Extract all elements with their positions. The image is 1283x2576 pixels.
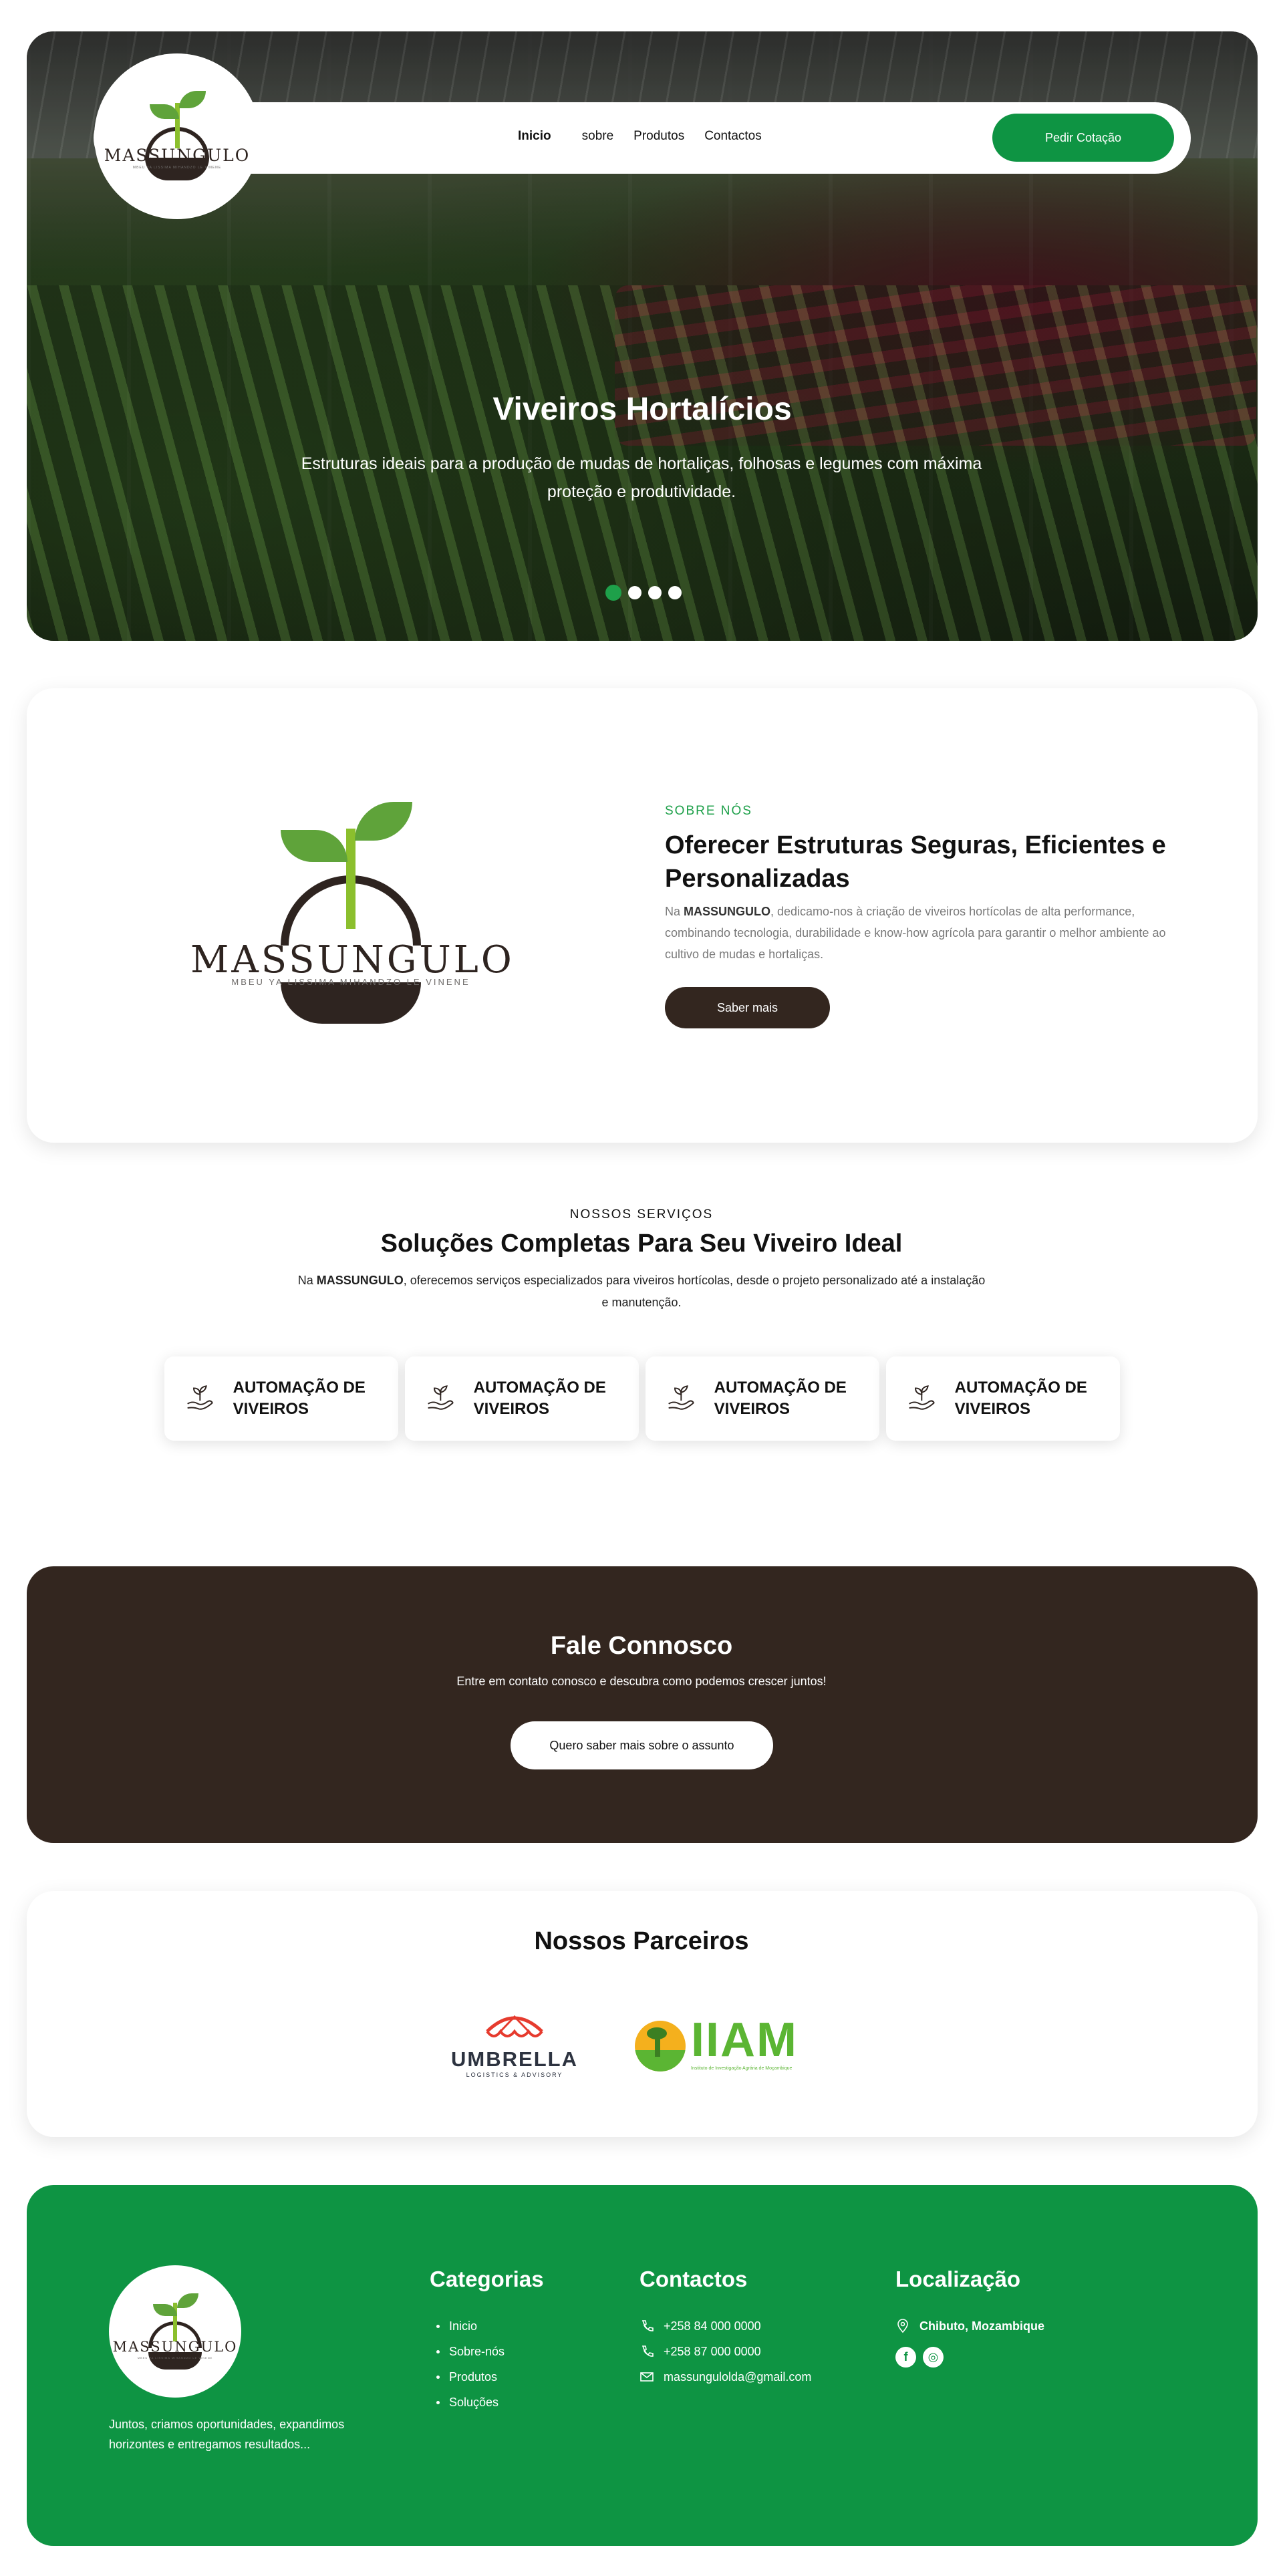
contact-title: Fale Connosco (550, 1632, 733, 1660)
nav-item-produtos[interactable]: Produtos (633, 129, 684, 144)
services-text: Na MASSUNGULO, oferecemos serviços espec… (297, 1274, 986, 1309)
footer-contacts-title: Contactos (639, 2267, 748, 2291)
about-text: Na MASSUNGULO, dedicamo-nos à criação de… (665, 905, 1166, 961)
hero-subtitle: Estruturas ideais para a produção de mud… (301, 454, 982, 501)
carousel-dot-2[interactable] (628, 586, 642, 599)
footer-logo[interactable]: MASSUNGULO MBEU YA LISSIMA MIHANDZO LE V… (109, 2265, 241, 2398)
footer-category-item[interactable]: Produtos (436, 2364, 505, 2390)
plant-hand-icon (668, 1385, 694, 1410)
about-logo-wordmark: MASSUNGULO (190, 938, 515, 982)
service-card-label: AUTOMAÇÃO DE VIVEIROS (954, 1379, 1087, 1418)
service-card[interactable]: AUTOMAÇÃO DE VIVEIROS (886, 1356, 1120, 1441)
service-card[interactable]: AUTOMAÇÃO DE VIVEIROS (646, 1356, 879, 1441)
about-title: Oferecer Estruturas Seguras, Eficientes … (665, 831, 1166, 893)
footer-logo-tagline: MBEU YA LISSIMA MIHANDZO LE VINENE (137, 2356, 213, 2359)
contact-section (27, 1566, 1258, 1843)
umbrella-sub: LOGISTICS & ADVISORY (466, 2071, 563, 2078)
iiam-logo[interactable]: IIAM Instituto de Investigação Agrária d… (635, 2013, 822, 2073)
nav-menu: Inicio sobre Produtos Contactos (518, 129, 762, 144)
logo-mark: MASSUNGULO MBEU YA LISSIMA MIHANDZO LE V… (100, 83, 254, 190)
service-card-label: AUTOMAÇÃO DE VIVEIROS (473, 1379, 606, 1418)
umbrella-name: UMBRELLA (451, 2047, 578, 2071)
footer-category-item[interactable]: Inicio (436, 2313, 505, 2339)
iiam-mark-icon (635, 2021, 686, 2071)
location-pin-icon (897, 2319, 908, 2333)
saber-mais-assunto-button[interactable]: Quero saber mais sobre o assunto (511, 1721, 773, 1769)
phone-icon (642, 2320, 654, 2331)
footer-categories-title: Categorias (430, 2267, 544, 2291)
facebook-icon[interactable]: f (895, 2347, 916, 2368)
nav-item-contactos[interactable]: Contactos (704, 129, 762, 144)
iiam-name: IIAM (691, 2013, 798, 2067)
services-title: Soluções Completas Para Seu Viveiro Idea… (380, 1230, 903, 1258)
footer-logo-wordmark: MASSUNGULO (112, 2339, 238, 2355)
plant-hand-icon (428, 1385, 454, 1410)
footer-phone-1[interactable]: +258 84 000 0000 (639, 2313, 811, 2339)
phone-icon (642, 2345, 654, 2357)
footer-tagline: Juntos, criamos oportunidades, expandimo… (109, 2418, 345, 2451)
footer-location-list: Chibuto, Mozambique (895, 2313, 1044, 2339)
nav-item-sobre[interactable]: sobre (582, 129, 614, 144)
saber-mais-button[interactable]: Saber mais (665, 987, 830, 1028)
footer-contacts-list: +258 84 000 0000 +258 87 000 0000 massun… (639, 2313, 811, 2390)
footer-phone-2[interactable]: +258 87 000 0000 (639, 2339, 811, 2364)
carousel-dot-4[interactable] (668, 586, 682, 599)
logo-wordmark: MASSUNGULO (104, 146, 251, 165)
nav-logo[interactable]: MASSUNGULO MBEU YA LISSIMA MIHANDZO LE V… (94, 53, 260, 219)
footer-category-item[interactable]: Sobre-nós (436, 2339, 505, 2364)
about-logo: MASSUNGULO MBEU YA LISSIMA MIHANDZO LE V… (190, 802, 515, 1024)
pedir-cotacao-button[interactable]: Pedir Cotação (992, 114, 1174, 162)
service-card[interactable]: AUTOMAÇÃO DE VIVEIROS (164, 1356, 398, 1441)
mail-icon (640, 2372, 654, 2382)
carousel-dot-3[interactable] (648, 586, 662, 599)
iiam-sub: Instituto de Investigação Agrária de Moç… (691, 2066, 793, 2071)
about-logo-tagline: MBEU YA LISSIMA MIHANDZO LE VINENE (231, 977, 470, 987)
footer-location: Chibuto, Mozambique (895, 2313, 1044, 2339)
hero-title: Viveiros Hortalícios (492, 392, 792, 427)
carousel-dots (605, 585, 682, 601)
contact-subtitle: Entre em contato conosco e descubra como… (456, 1675, 827, 1688)
logo-tagline: MBEU YA LISSIMA MIHANDZO LE VINENE (132, 166, 222, 170)
about-eyebrow: SOBRE NÓS (665, 804, 752, 818)
carousel-dot-1[interactable] (605, 585, 621, 601)
footer-email[interactable]: massungulolda@gmail.com (639, 2364, 811, 2390)
service-card[interactable]: AUTOMAÇÃO DE VIVEIROS (405, 1356, 639, 1441)
partners-title: Nossos Parceiros (534, 1927, 749, 1955)
footer-location-title: Localização (895, 2267, 1021, 2291)
umbrella-logo[interactable]: UMBRELLA LOGISTICS & ADVISORY (451, 2011, 578, 2078)
footer-category-item[interactable]: Soluções (436, 2390, 505, 2415)
instagram-icon[interactable]: ◎ (923, 2347, 944, 2368)
umbrella-icon (486, 2015, 543, 2037)
plant-hand-icon (909, 1385, 935, 1410)
service-card-label: AUTOMAÇÃO DE VIVEIROS (233, 1379, 366, 1418)
footer-categories-list: Inicio Sobre-nós Produtos Soluções (436, 2313, 505, 2415)
footer-social: f ◎ (895, 2347, 944, 2368)
service-card-label: AUTOMAÇÃO DE VIVEIROS (714, 1379, 847, 1418)
nav-item-inicio[interactable]: Inicio (518, 129, 551, 144)
plant-hand-icon (187, 1385, 213, 1410)
services-eyebrow: NOSSOS SERVIÇOS (569, 1207, 714, 1222)
